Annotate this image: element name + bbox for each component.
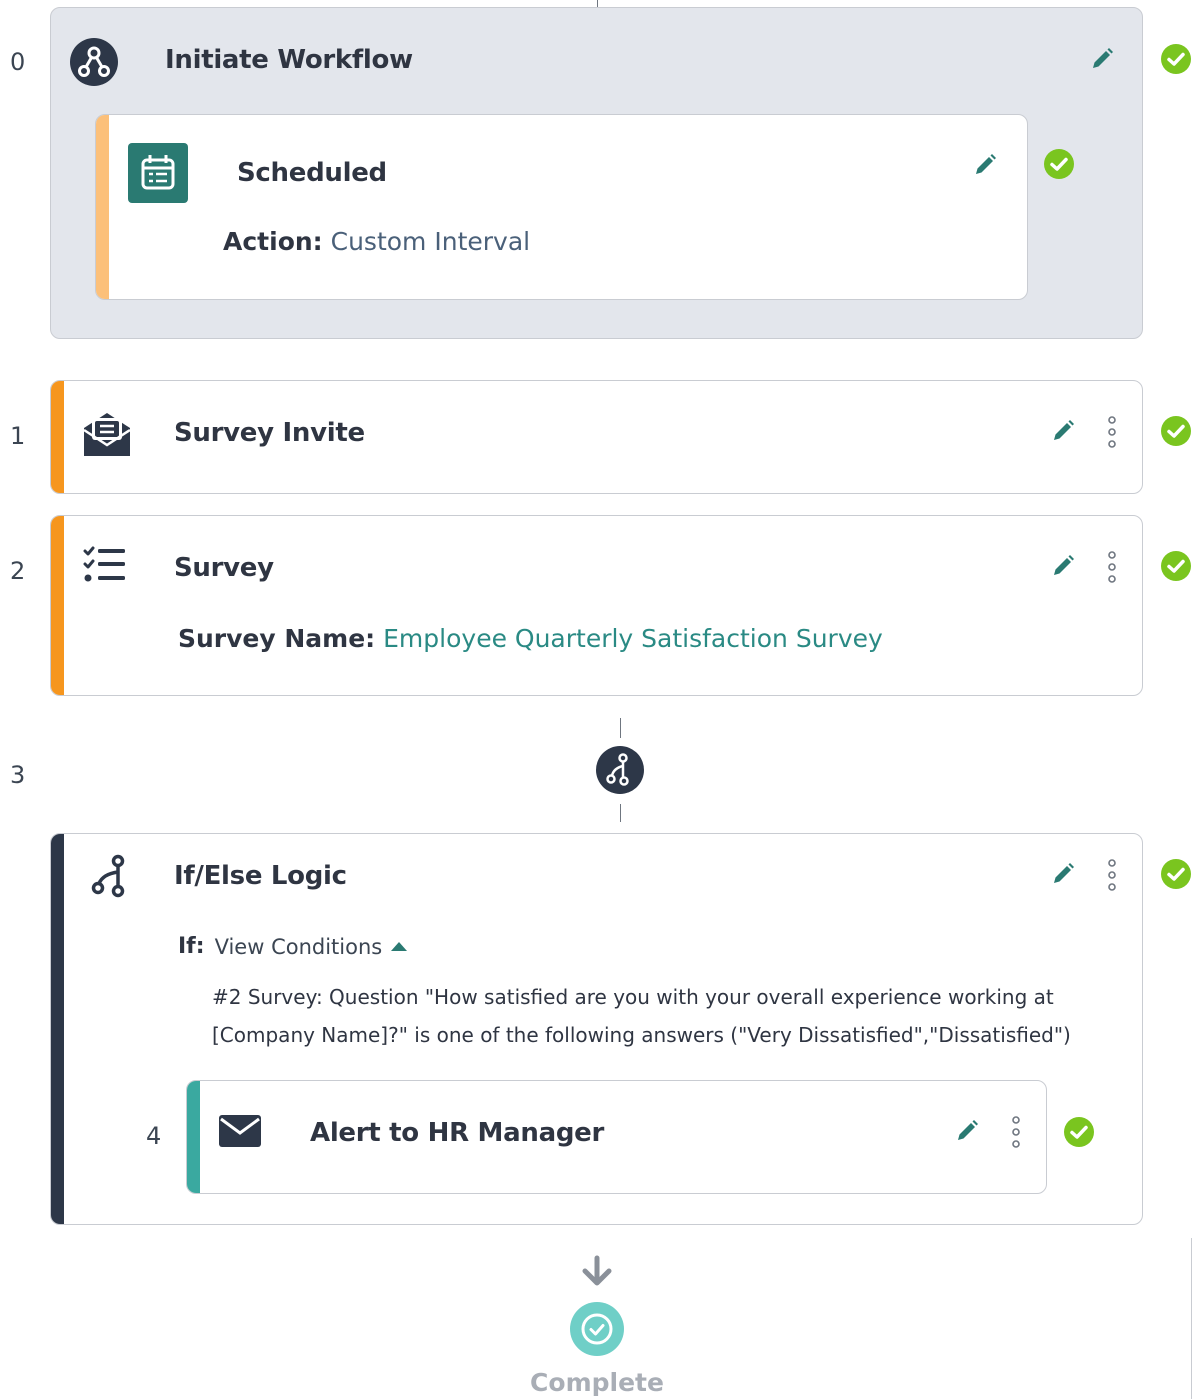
- condition-line: #2 Survey: Question "How satisfied are y…: [212, 985, 1054, 1009]
- condition-line: [Company Name]?" is one of the following…: [212, 1023, 1071, 1047]
- checklist-icon: [83, 546, 127, 586]
- caret-up-icon[interactable]: [391, 942, 408, 951]
- step-number: 1: [10, 422, 26, 450]
- trigger-action-row: Action: Custom Interval: [223, 227, 530, 256]
- if-label: If:: [178, 934, 205, 959]
- trigger-status-check-icon: [1043, 148, 1075, 180]
- if-else-logic-card[interactable]: If/Else Logic If: View Conditions #2 Sur…: [50, 833, 1143, 1225]
- more-options-icon[interactable]: [1106, 550, 1118, 584]
- step-status-check-icon: [1160, 858, 1192, 890]
- step-title: If/Else Logic: [174, 861, 347, 891]
- card-accent: [51, 516, 64, 695]
- survey-name-link[interactable]: Employee Quarterly Satisfaction Survey: [383, 624, 883, 653]
- complete-label: Complete: [530, 1368, 664, 1397]
- envelope-icon: [219, 1115, 261, 1147]
- step-number: 3: [10, 761, 26, 789]
- step-number: 2: [10, 557, 26, 585]
- step-status-check-icon: [1160, 415, 1192, 447]
- action-label: Action:: [223, 227, 323, 256]
- step-status-check-icon: [1160, 550, 1192, 582]
- arrow-down-icon: [580, 1255, 614, 1289]
- branch-connector-icon[interactable]: [596, 746, 644, 794]
- step-title: Survey Invite: [174, 418, 365, 448]
- calendar-icon: [128, 143, 188, 203]
- edit-pencil-icon[interactable]: [1050, 418, 1076, 444]
- survey-name-label: Survey Name:: [178, 624, 376, 653]
- edge-divider: [1191, 1238, 1192, 1399]
- if-conditions-row: If: View Conditions: [178, 934, 408, 959]
- edit-pencil-icon[interactable]: [1089, 46, 1115, 72]
- step-number: 0: [10, 48, 26, 76]
- trigger-title: Scheduled: [237, 158, 387, 188]
- scheduled-trigger-card[interactable]: Scheduled Action: Custom Interval: [95, 114, 1028, 300]
- card-accent: [51, 381, 64, 493]
- complete-check-icon: [570, 1302, 624, 1356]
- step-title: Survey: [174, 553, 274, 583]
- nested-step-title: Alert to HR Manager: [310, 1118, 604, 1148]
- connector-line: [620, 804, 621, 822]
- envelope-open-icon: [83, 410, 131, 458]
- nested-status-check-icon: [1063, 1116, 1095, 1148]
- initiate-workflow-panel: Initiate Workflow Scheduled Action: Cust…: [50, 7, 1143, 339]
- edit-pencil-icon[interactable]: [954, 1118, 980, 1144]
- card-accent: [96, 115, 109, 299]
- branch-icon: [89, 854, 129, 898]
- survey-invite-card[interactable]: Survey Invite: [50, 380, 1143, 494]
- connector-line: [620, 718, 621, 738]
- card-accent: [187, 1081, 200, 1193]
- top-connector: [597, 0, 598, 7]
- survey-card[interactable]: Survey Survey Name: Employee Quarterly S…: [50, 515, 1143, 696]
- edit-pencil-icon[interactable]: [972, 152, 998, 178]
- card-accent: [51, 834, 64, 1224]
- more-options-icon[interactable]: [1010, 1115, 1022, 1149]
- step-number: 4: [146, 1122, 162, 1150]
- more-options-icon[interactable]: [1106, 858, 1118, 892]
- view-conditions-toggle[interactable]: View Conditions: [215, 935, 383, 959]
- edit-pencil-icon[interactable]: [1050, 553, 1076, 579]
- step-title: Initiate Workflow: [165, 45, 413, 75]
- condition-text: #2 Survey: Question "How satisfied are y…: [212, 978, 1071, 1054]
- workflow-nodes-icon: [70, 38, 118, 86]
- more-options-icon[interactable]: [1106, 415, 1118, 449]
- action-value-link[interactable]: Custom Interval: [331, 227, 530, 256]
- edit-pencil-icon[interactable]: [1050, 861, 1076, 887]
- step-status-check-icon: [1160, 43, 1192, 75]
- survey-name-row: Survey Name: Employee Quarterly Satisfac…: [178, 624, 883, 653]
- alert-hr-manager-card[interactable]: Alert to HR Manager: [186, 1080, 1047, 1194]
